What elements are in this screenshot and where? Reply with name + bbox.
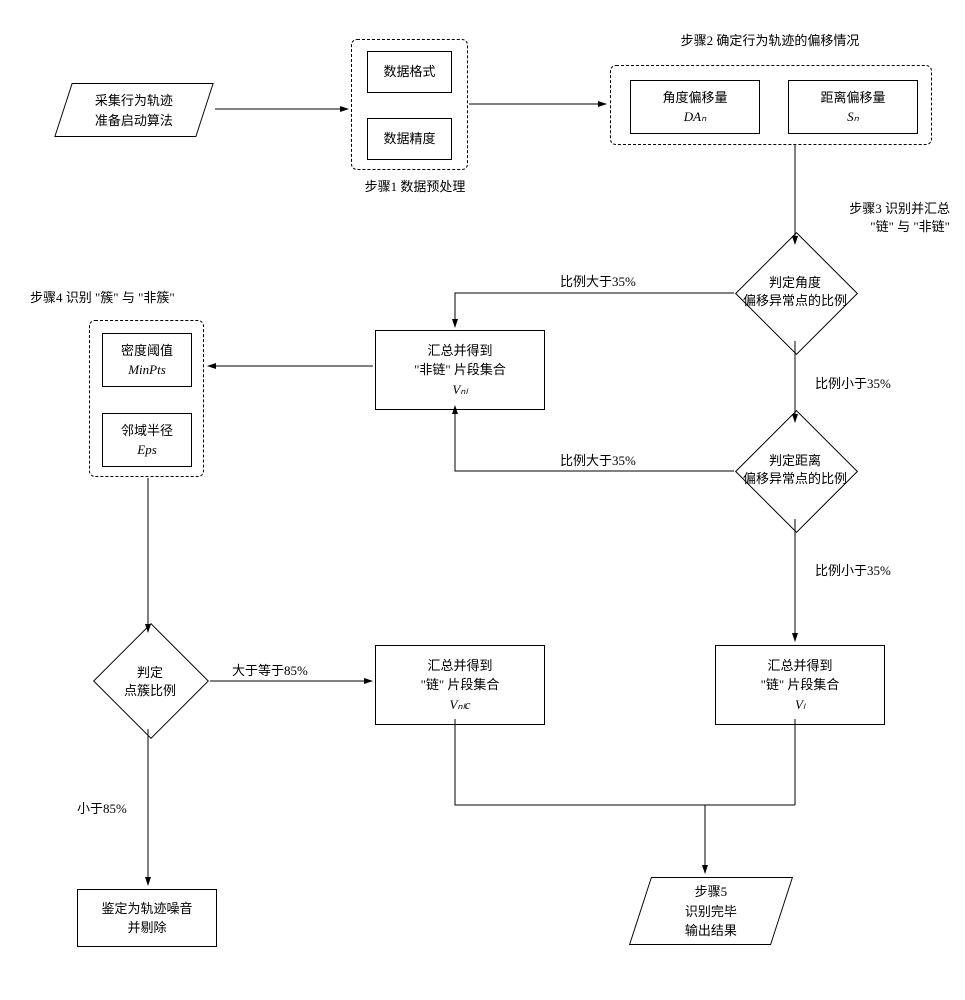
step1-box-b: 数据精度 [367,118,452,160]
step2-title: 步骤2 确定行为轨迹的偏移情况 [610,32,930,50]
step2-box-a: 角度偏移量DAₙ [630,80,760,134]
vnlc-box: 汇总并得到 "链" 片段集合 Vₙₗc [375,645,545,725]
step1-title: 步骤1 数据预处理 [350,178,480,196]
vnl-box: 汇总并得到 "非链" 片段集合 Vₙₗ [375,330,545,410]
step4-title: 步骤4 识别 "簇" 与 "非簇" [30,289,260,307]
lbl-lt35-b: 比例小于35% [815,562,891,580]
start-l1: 采集行为轨迹 [95,93,173,108]
end-node: 步骤5识别完毕输出结果 [629,877,793,945]
lbl-gt35-a: 比例大于35% [560,273,636,291]
lbl-gt35-b: 比例大于35% [560,452,636,470]
step2-box-b: 距离偏移量Sₙ [788,80,918,134]
start-l2: 准备启动算法 [95,112,173,127]
step1-box-a: 数据格式 [367,51,452,93]
vl-box: 汇总并得到 "链" 片段集合 Vₗ [715,645,885,725]
step4-box-a: 密度阈值MinPts [102,333,192,387]
noise-box: 鉴定为轨迹噪音 并剔除 [77,889,217,947]
step3-title: 步骤3 识别并汇总"链" 与 "非链" [750,200,950,236]
lbl-lt85: 小于85% [77,800,127,818]
lbl-ge85: 大于等于85% [232,662,308,680]
lbl-lt35-a: 比例小于35% [815,375,891,393]
step4-box-b: 邻域半径Eps [102,413,192,467]
start-node: 采集行为轨迹准备启动算法 [54,83,214,137]
